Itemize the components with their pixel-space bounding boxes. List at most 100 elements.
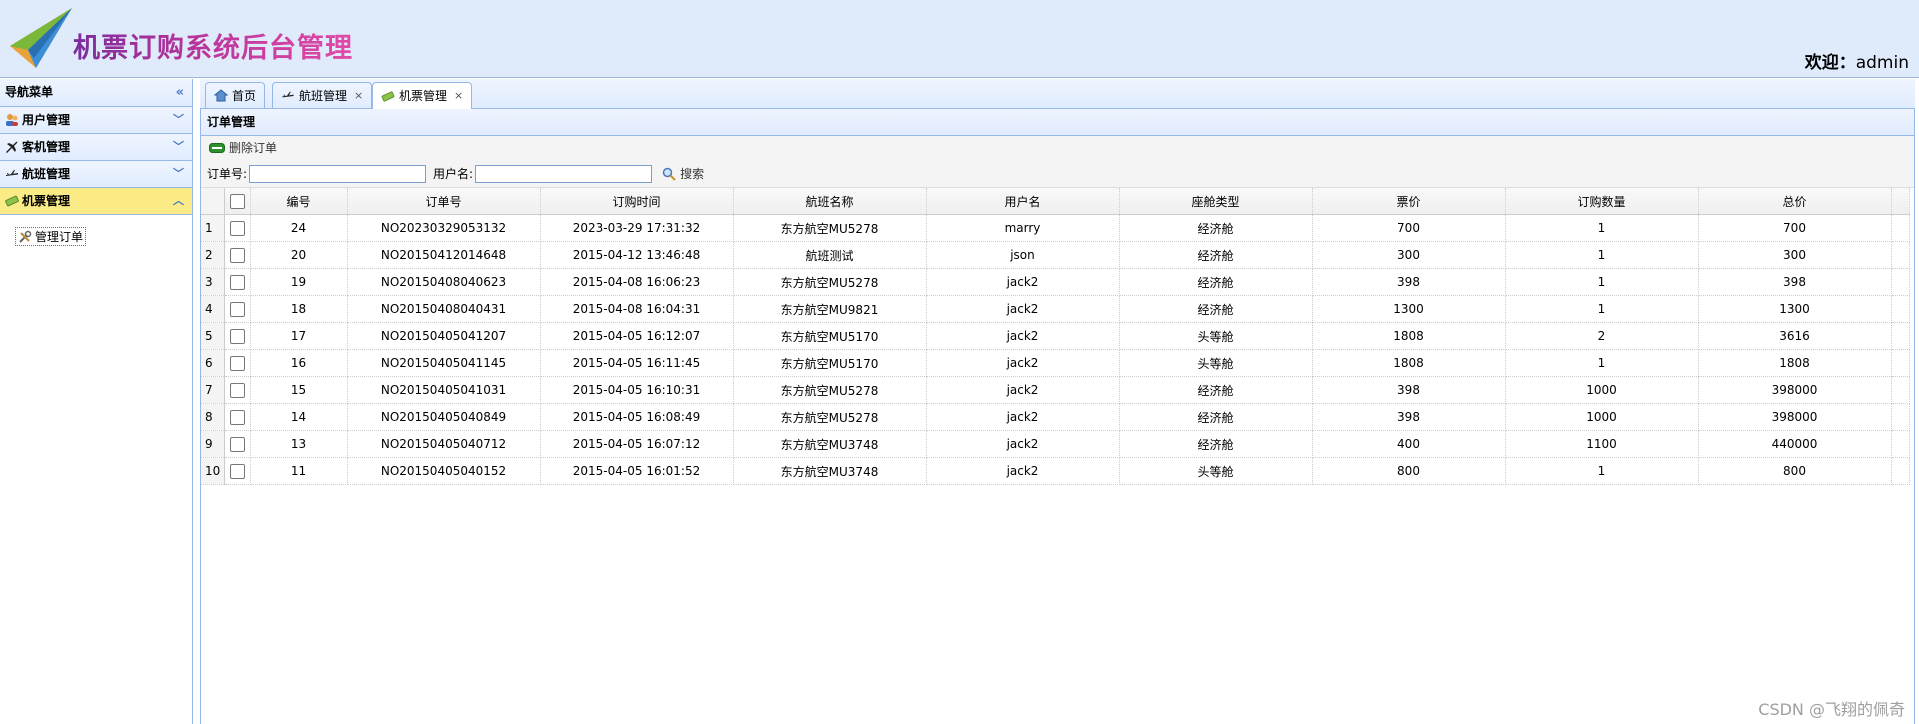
- sidebar-item-tickets[interactable]: 机票管理 ︿: [0, 188, 192, 215]
- username-label: 用户名:: [433, 167, 474, 181]
- table-cell-order-no: NO20150408040431: [347, 295, 541, 323]
- select-all-checkbox[interactable]: [224, 188, 251, 215]
- chevron-down-icon: ﹀: [173, 113, 184, 126]
- table-cell-flight: 东方航空MU5278: [733, 268, 927, 296]
- table-cell-time: 2023-03-29 17:31:32: [540, 214, 734, 242]
- tab-flight-management[interactable]: 航班管理 ×: [272, 82, 373, 108]
- table-cell-order-no: NO20150405040152: [347, 457, 541, 485]
- order-no-input[interactable]: [249, 164, 427, 183]
- sidebar-item-aircraft[interactable]: 客机管理 ﹀: [0, 134, 192, 161]
- table-cell-total: 700: [1698, 214, 1892, 242]
- column-header[interactable]: 票价: [1312, 188, 1506, 215]
- table-cell-user: jack2: [926, 457, 1120, 485]
- search-bar: 订单号: 用户名: 搜索: [201, 160, 1914, 188]
- table-cell-cabin: 经济舱: [1119, 403, 1313, 431]
- tab-ticket-management[interactable]: 机票管理 ×: [372, 82, 473, 109]
- sidebar-header: 导航菜单 «: [0, 79, 192, 107]
- table-cell-qty: 1: [1505, 349, 1699, 377]
- table-cell-cabin: 经济舱: [1119, 214, 1313, 242]
- table-row[interactable]: 5 17 NO20150405041207 2015-04-05 16:12:07 东方…: [201, 322, 1910, 350]
- welcome-label: 欢迎：: [1804, 53, 1856, 73]
- table-row[interactable]: 3 19 NO20150408040623 2015-04-08 16:06:23 东方…: [201, 268, 1910, 296]
- sidebar-item-label: 客机管理: [22, 140, 71, 154]
- sidebar-subitem-label: 管理订单: [35, 229, 84, 244]
- table-cell-time: 2015-04-05 16:10:31: [540, 376, 734, 404]
- table-row[interactable]: 9 13 NO20150405040712 2015-04-05 16:07:12 东方…: [201, 430, 1910, 458]
- table-row[interactable]: 7 15 NO20150405041031 2015-04-05 16:10:31 东方…: [201, 376, 1910, 404]
- table-cell-flight: 东方航空MU5170: [733, 322, 927, 350]
- table-row[interactable]: 2 20 NO20150412014648 2015-04-12 13:46:48 航班…: [201, 241, 1910, 269]
- column-header[interactable]: 航班名称: [733, 188, 927, 215]
- scrollbar-gutter: [1891, 376, 1910, 404]
- row-checkbox[interactable]: [224, 241, 251, 269]
- username-input[interactable]: [475, 164, 653, 183]
- sidebar-item-users[interactable]: 用户管理 ﹀: [0, 107, 192, 134]
- table-cell-flight: 东方航空MU5278: [733, 403, 927, 431]
- double-chevron-left-icon[interactable]: «: [176, 79, 184, 106]
- panel-title: 订单管理: [201, 109, 1914, 136]
- column-header[interactable]: 用户名: [926, 188, 1120, 215]
- table-row[interactable]: 10 11 NO20150405040152 2015-04-05 16:01:52 东…: [201, 457, 1910, 485]
- table-cell-id: 19: [250, 268, 348, 296]
- table-cell-flight: 东方航空MU9821: [733, 295, 927, 323]
- table-cell-flight: 东方航空MU5278: [733, 214, 927, 242]
- column-header[interactable]: 订购数量: [1505, 188, 1699, 215]
- table-header-row: 编号 订单号 订购时间 航班名称 用户名 座舱类型 票价 订购数量 总价: [201, 188, 1910, 215]
- sidebar-item-flights[interactable]: 航班管理 ﹀: [0, 161, 192, 188]
- table-cell-user: jack2: [926, 295, 1120, 323]
- row-checkbox[interactable]: [224, 214, 251, 242]
- row-number: 2: [201, 241, 225, 269]
- column-header[interactable]: 编号: [250, 188, 348, 215]
- close-icon[interactable]: ×: [354, 84, 363, 108]
- sidebar-item-label: 机票管理: [22, 194, 71, 208]
- table-cell-price: 1300: [1312, 295, 1506, 323]
- sidebar-title: 导航菜单: [5, 85, 54, 99]
- table-cell-total: 800: [1698, 457, 1892, 485]
- row-checkbox[interactable]: [224, 376, 251, 404]
- table-cell-order-no: NO20150405040712: [347, 430, 541, 458]
- table-cell-total: 398: [1698, 268, 1892, 296]
- scrollbar-gutter: [1891, 457, 1910, 485]
- column-header[interactable]: 订购时间: [540, 188, 734, 215]
- table-row[interactable]: 6 16 NO20150405041145 2015-04-05 16:11:45 东方…: [201, 349, 1910, 377]
- row-checkbox[interactable]: [224, 457, 251, 485]
- row-checkbox[interactable]: [224, 322, 251, 350]
- search-button[interactable]: 搜索: [662, 165, 704, 182]
- tab-label: 机票管理: [399, 89, 448, 103]
- row-number: 10: [201, 457, 225, 485]
- table-cell-qty: 1: [1505, 214, 1699, 242]
- orders-table: 编号 订单号 订购时间 航班名称 用户名 座舱类型 票价 订购数量 总价 1 24…: [201, 188, 1910, 485]
- table-cell-id: 24: [250, 214, 348, 242]
- row-number: 7: [201, 376, 225, 404]
- table-row[interactable]: 8 14 NO20150405040849 2015-04-05 16:08:49 东方…: [201, 403, 1910, 431]
- row-number: 1: [201, 214, 225, 242]
- sidebar-subitem-manage-orders[interactable]: 管理订单: [15, 227, 87, 246]
- close-icon[interactable]: ×: [454, 84, 463, 108]
- table-cell-price: 1808: [1312, 322, 1506, 350]
- column-header[interactable]: 订单号: [347, 188, 541, 215]
- flight-icon: [282, 91, 294, 98]
- tab-home[interactable]: 首页: [205, 82, 266, 108]
- search-button-label: 搜索: [680, 167, 705, 181]
- tab-strip: 首页 航班管理 × 机票管理 ×: [200, 79, 1915, 109]
- row-checkbox[interactable]: [224, 295, 251, 323]
- delete-order-button[interactable]: 删除订单: [209, 136, 277, 160]
- table-row[interactable]: 1 24 NO20230329053132 2023-03-29 17:31:32 东方…: [201, 214, 1910, 242]
- tools-icon: [19, 230, 32, 243]
- toolbar: 删除订单: [201, 136, 1914, 160]
- row-number: 5: [201, 322, 225, 350]
- row-checkbox[interactable]: [224, 268, 251, 296]
- row-checkbox[interactable]: [224, 403, 251, 431]
- table-cell-user: json: [926, 241, 1120, 269]
- table-row[interactable]: 4 18 NO20150408040431 2015-04-08 16:04:31 东方…: [201, 295, 1910, 323]
- scrollbar-gutter: [1891, 268, 1910, 296]
- table-cell-time: 2015-04-05 16:11:45: [540, 349, 734, 377]
- column-header[interactable]: 座舱类型: [1119, 188, 1313, 215]
- row-checkbox[interactable]: [224, 349, 251, 377]
- column-header[interactable]: 总价: [1698, 188, 1892, 215]
- tab-label: 首页: [232, 88, 257, 103]
- table-cell-user: jack2: [926, 403, 1120, 431]
- row-checkbox[interactable]: [224, 430, 251, 458]
- table-cell-cabin: 经济舱: [1119, 430, 1313, 458]
- table-cell-user: jack2: [926, 268, 1120, 296]
